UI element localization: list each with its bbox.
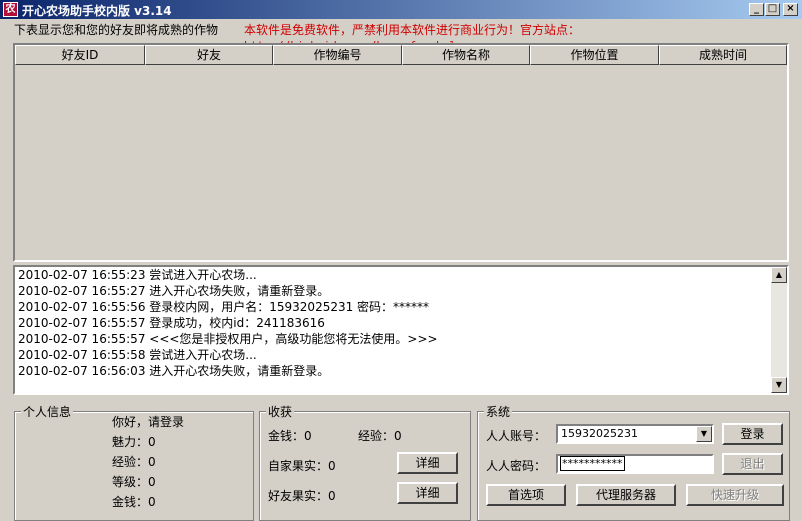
harvest-exp: 经验：0 <box>358 429 402 443</box>
log-lines: 2010-02-07 16:55:23 尝试进入开心农场... 2010-02-… <box>18 267 770 379</box>
log-line: 2010-02-07 16:56:03 进入开心农场失败，请重新登录。 <box>18 364 330 378</box>
charm-value: 魅力：0 <box>112 435 156 449</box>
exp-value: 经验：0 <box>112 455 156 469</box>
table-header: 好友ID 好友 作物编号 作物名称 作物位置 成熟时间 <box>15 45 787 65</box>
scroll-up-arrow-icon[interactable]: ▲ <box>771 267 787 283</box>
table-description: 下表显示您和您的好友即将成熟的作物 <box>14 23 219 37</box>
password-field[interactable]: *********** <box>556 454 714 474</box>
own-fruit-count: 自家果实：0 <box>268 459 336 473</box>
app-icon: 农 <box>3 2 18 17</box>
level-value: 等级：0 <box>112 475 156 489</box>
own-fruit-detail-button[interactable]: 详细 <box>397 452 458 474</box>
maximize-button[interactable]: □ <box>765 3 780 16</box>
log-line: 2010-02-07 16:55:58 尝试进入开心农场... <box>18 348 257 362</box>
friend-fruit-detail-button[interactable]: 详细 <box>397 482 458 504</box>
quick-upgrade-button[interactable]: 快速升级 <box>686 484 784 506</box>
log-line: 2010-02-07 16:55:57 <<<您是非授权用户，高级功能您将无法使… <box>18 332 438 346</box>
column-friend-id[interactable]: 好友ID <box>15 45 145 65</box>
log-scrollbar[interactable]: ▲ ▼ <box>771 267 787 393</box>
column-friend[interactable]: 好友 <box>145 45 273 65</box>
log-line: 2010-02-07 16:55:57 登录成功，校内id：241183616 <box>18 316 325 330</box>
system-title: 系统 <box>484 403 513 420</box>
personal-info-title: 个人信息 <box>21 403 74 420</box>
column-crop-position[interactable]: 作物位置 <box>530 45 659 65</box>
password-label: 人人密码： <box>486 459 547 473</box>
harvest-money: 金钱：0 <box>268 429 312 443</box>
password-value: *********** <box>560 456 625 471</box>
log-line: 2010-02-07 16:55:23 尝试进入开心农场... <box>18 268 257 282</box>
money-value: 金钱：0 <box>112 495 156 509</box>
close-button[interactable]: × <box>783 3 798 16</box>
column-crop-id[interactable]: 作物编号 <box>273 45 402 65</box>
log-line: 2010-02-07 16:55:56 登录校内网，用户名：1593202523… <box>18 300 430 314</box>
notice-text: 本软件是免费软件，严禁利用本软件进行商业行为！官方站点： <box>244 23 581 37</box>
dropdown-arrow-icon[interactable]: ▼ <box>696 426 712 442</box>
scroll-down-arrow-icon[interactable]: ▼ <box>771 377 787 393</box>
minimize-button[interactable]: _ <box>749 3 764 16</box>
crop-table[interactable]: 好友ID 好友 作物编号 作物名称 作物位置 成熟时间 <box>13 43 789 262</box>
log-line: 2010-02-07 16:55:27 进入开心农场失败，请重新登录。 <box>18 284 330 298</box>
account-value: 15932025231 <box>561 427 638 440</box>
proxy-server-button[interactable]: 代理服务器 <box>576 484 676 506</box>
friend-fruit-count: 好友果实：0 <box>268 489 336 503</box>
logout-button[interactable]: 退出 <box>722 453 783 475</box>
title-bar[interactable]: 农 开心农场助手校内版 v3.14 _ □ × <box>0 0 802 19</box>
greeting-text: 你好，请登录 <box>112 415 185 429</box>
account-combobox[interactable]: 15932025231 ▼ <box>556 424 714 444</box>
column-mature-time[interactable]: 成熟时间 <box>659 45 787 65</box>
options-button[interactable]: 首选项 <box>486 484 566 506</box>
login-button[interactable]: 登录 <box>722 423 783 445</box>
window-title: 开心农场助手校内版 v3.14 <box>22 4 172 18</box>
column-crop-name[interactable]: 作物名称 <box>402 45 530 65</box>
account-label: 人人账号： <box>486 429 547 443</box>
harvest-title: 收获 <box>266 403 295 420</box>
log-box[interactable]: 2010-02-07 16:55:23 尝试进入开心农场... 2010-02-… <box>13 265 789 395</box>
